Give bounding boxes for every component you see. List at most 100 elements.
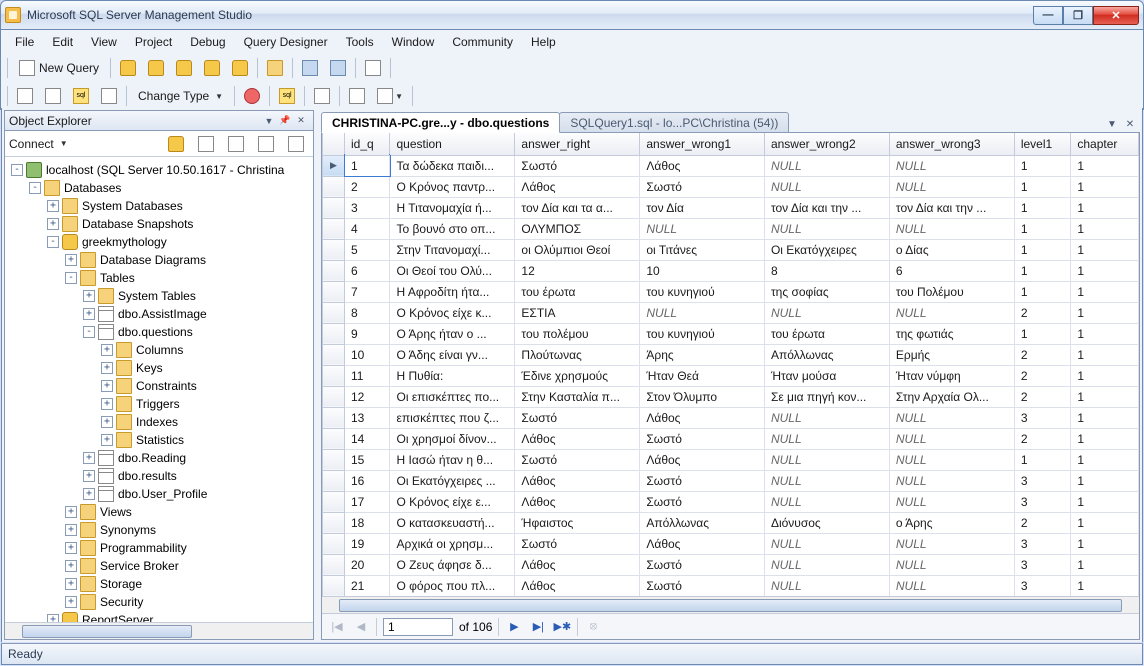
cell[interactable]: NULL [889,407,1014,428]
table-row[interactable]: ▶1Τα δώδεκα παιδι...ΣωστόΛάθοςNULLNULL11 [323,155,1139,176]
expand-button[interactable]: + [83,308,95,320]
row-header[interactable] [323,260,345,281]
row-header[interactable] [323,491,345,512]
tree-node[interactable]: -localhost (SQL Server 10.50.1617 - Chri… [9,161,313,179]
cell[interactable]: 6 [345,260,390,281]
table-row[interactable]: 10Ο Άδης είναι γν...ΠλούτωναςΆρηςΑπόλλων… [323,344,1139,365]
show-sql-button[interactable]: sql [68,85,94,107]
cell[interactable]: 13 [345,407,390,428]
menu-community[interactable]: Community [444,32,521,52]
cell[interactable]: Σωστό [640,575,765,596]
cell[interactable]: Άρης [640,344,765,365]
table-row[interactable]: 14Οι χρησμοί δίνον...ΛάθοςΣωστόNULLNULL2… [323,428,1139,449]
expand-button[interactable]: + [65,578,77,590]
ce-query-button[interactable] [227,57,253,79]
column-header[interactable]: chapter [1071,133,1139,155]
cell[interactable]: 11 [345,365,390,386]
tree-node[interactable]: +dbo.Reading [9,449,313,467]
cell[interactable]: 1 [1071,239,1139,260]
cell[interactable]: Σωστό [515,533,640,554]
cell[interactable]: NULL [889,176,1014,197]
cell[interactable]: του πολέμου [515,323,640,344]
new-query-button[interactable]: New Query [12,57,106,79]
cell[interactable]: Οι Εκατόγχειρες [764,239,889,260]
cell[interactable]: Ήταν νύμφη [889,365,1014,386]
cell[interactable]: NULL [764,176,889,197]
cell[interactable]: του κυνηγιού [640,281,765,302]
row-header[interactable] [323,281,345,302]
cell[interactable]: Τα δώδεκα παιδι... [390,155,515,176]
cell[interactable]: Ήταν μούσα [764,365,889,386]
expand-button[interactable]: + [83,290,95,302]
analysis-dmx-button[interactable] [171,57,197,79]
nav-prev-button[interactable]: ◀ [352,618,370,636]
cell[interactable]: ΟΛΥΜΠΟΣ [515,218,640,239]
menu-view[interactable]: View [83,32,125,52]
connect-button[interactable] [163,133,189,155]
cell[interactable]: Σωστό [640,470,765,491]
cell[interactable]: 12 [345,386,390,407]
cell[interactable]: του κυνηγιού [640,323,765,344]
cell[interactable]: 2 [1014,365,1071,386]
tree-node[interactable]: +dbo.results [9,467,313,485]
cell[interactable]: 14 [345,428,390,449]
tree-node[interactable]: +ReportServer [9,611,313,622]
cell[interactable]: 15 [345,449,390,470]
expand-button[interactable]: + [65,524,77,536]
table-row[interactable]: 6Οι Θεοί του Ολύ...12108611 [323,260,1139,281]
cell[interactable]: Διόνυσος [764,512,889,533]
cell[interactable]: ο Δίας [889,239,1014,260]
cell[interactable]: τον Δία και τα α... [515,197,640,218]
cell[interactable]: NULL [889,155,1014,176]
nav-cancel-button[interactable]: ⦻ [584,618,602,636]
expand-button[interactable]: + [101,398,113,410]
cell[interactable]: 7 [345,281,390,302]
cell[interactable]: Σωστό [515,449,640,470]
nav-first-button[interactable]: |◀ [328,618,346,636]
cell[interactable]: του έρωτα [515,281,640,302]
table-row[interactable]: 13επισκέπτες που ζ...ΣωστόΛάθοςNULLNULL3… [323,407,1139,428]
nav-next-button[interactable]: ▶ [505,618,523,636]
tree-node[interactable]: +Indexes [9,413,313,431]
save-all-button[interactable] [325,57,351,79]
cell[interactable]: NULL [764,491,889,512]
tree-node[interactable]: +Triggers [9,395,313,413]
expand-button[interactable]: + [101,362,113,374]
menu-file[interactable]: File [7,32,42,52]
expand-button[interactable]: + [101,434,113,446]
cell[interactable]: 6 [889,260,1014,281]
cell[interactable]: 8 [345,302,390,323]
row-header[interactable] [323,302,345,323]
verify-sql-button[interactable]: sql [274,85,300,107]
cell[interactable]: Λάθος [640,155,765,176]
cell[interactable]: 1 [1071,554,1139,575]
table-row[interactable]: 5Στην Τιτανομαχί...οι Ολύμπιοι Θεοίοι Τι… [323,239,1139,260]
row-header[interactable] [323,428,345,449]
cell[interactable]: Απόλλωνας [764,344,889,365]
cell[interactable]: Έδινε χρησμούς [515,365,640,386]
panel-pin-button[interactable]: 📌 [277,114,293,128]
tree-node[interactable]: +Programmability [9,539,313,557]
cell[interactable]: NULL [764,554,889,575]
cell[interactable]: Αρχικά οι χρησμ... [390,533,515,554]
row-header[interactable] [323,470,345,491]
cell[interactable]: 1 [1014,449,1071,470]
row-header[interactable] [323,197,345,218]
cell[interactable]: NULL [764,470,889,491]
cell[interactable]: Στην Τιτανομαχί... [390,239,515,260]
cell[interactable]: NULL [889,218,1014,239]
cell[interactable]: ο Άρης [889,512,1014,533]
cell[interactable]: Η Ιασώ ήταν η θ... [390,449,515,470]
row-header[interactable] [323,176,345,197]
cell[interactable]: Λάθος [515,428,640,449]
cell[interactable]: τον Δία [640,197,765,218]
column-header[interactable]: answer_right [515,133,640,155]
tree-node[interactable]: +Database Diagrams [9,251,313,269]
add-derived-button[interactable]: ▼ [372,85,408,107]
table-row[interactable]: 7Η Αφροδίτη ήτα...του έρωτατου κυνηγιούτ… [323,281,1139,302]
row-selector-header[interactable] [323,133,345,155]
grid-scroll[interactable]: id_qquestionanswer_rightanswer_wrong1ans… [322,133,1139,596]
tree-node[interactable]: +System Databases [9,197,313,215]
cell[interactable]: 1 [1071,407,1139,428]
row-header[interactable] [323,365,345,386]
